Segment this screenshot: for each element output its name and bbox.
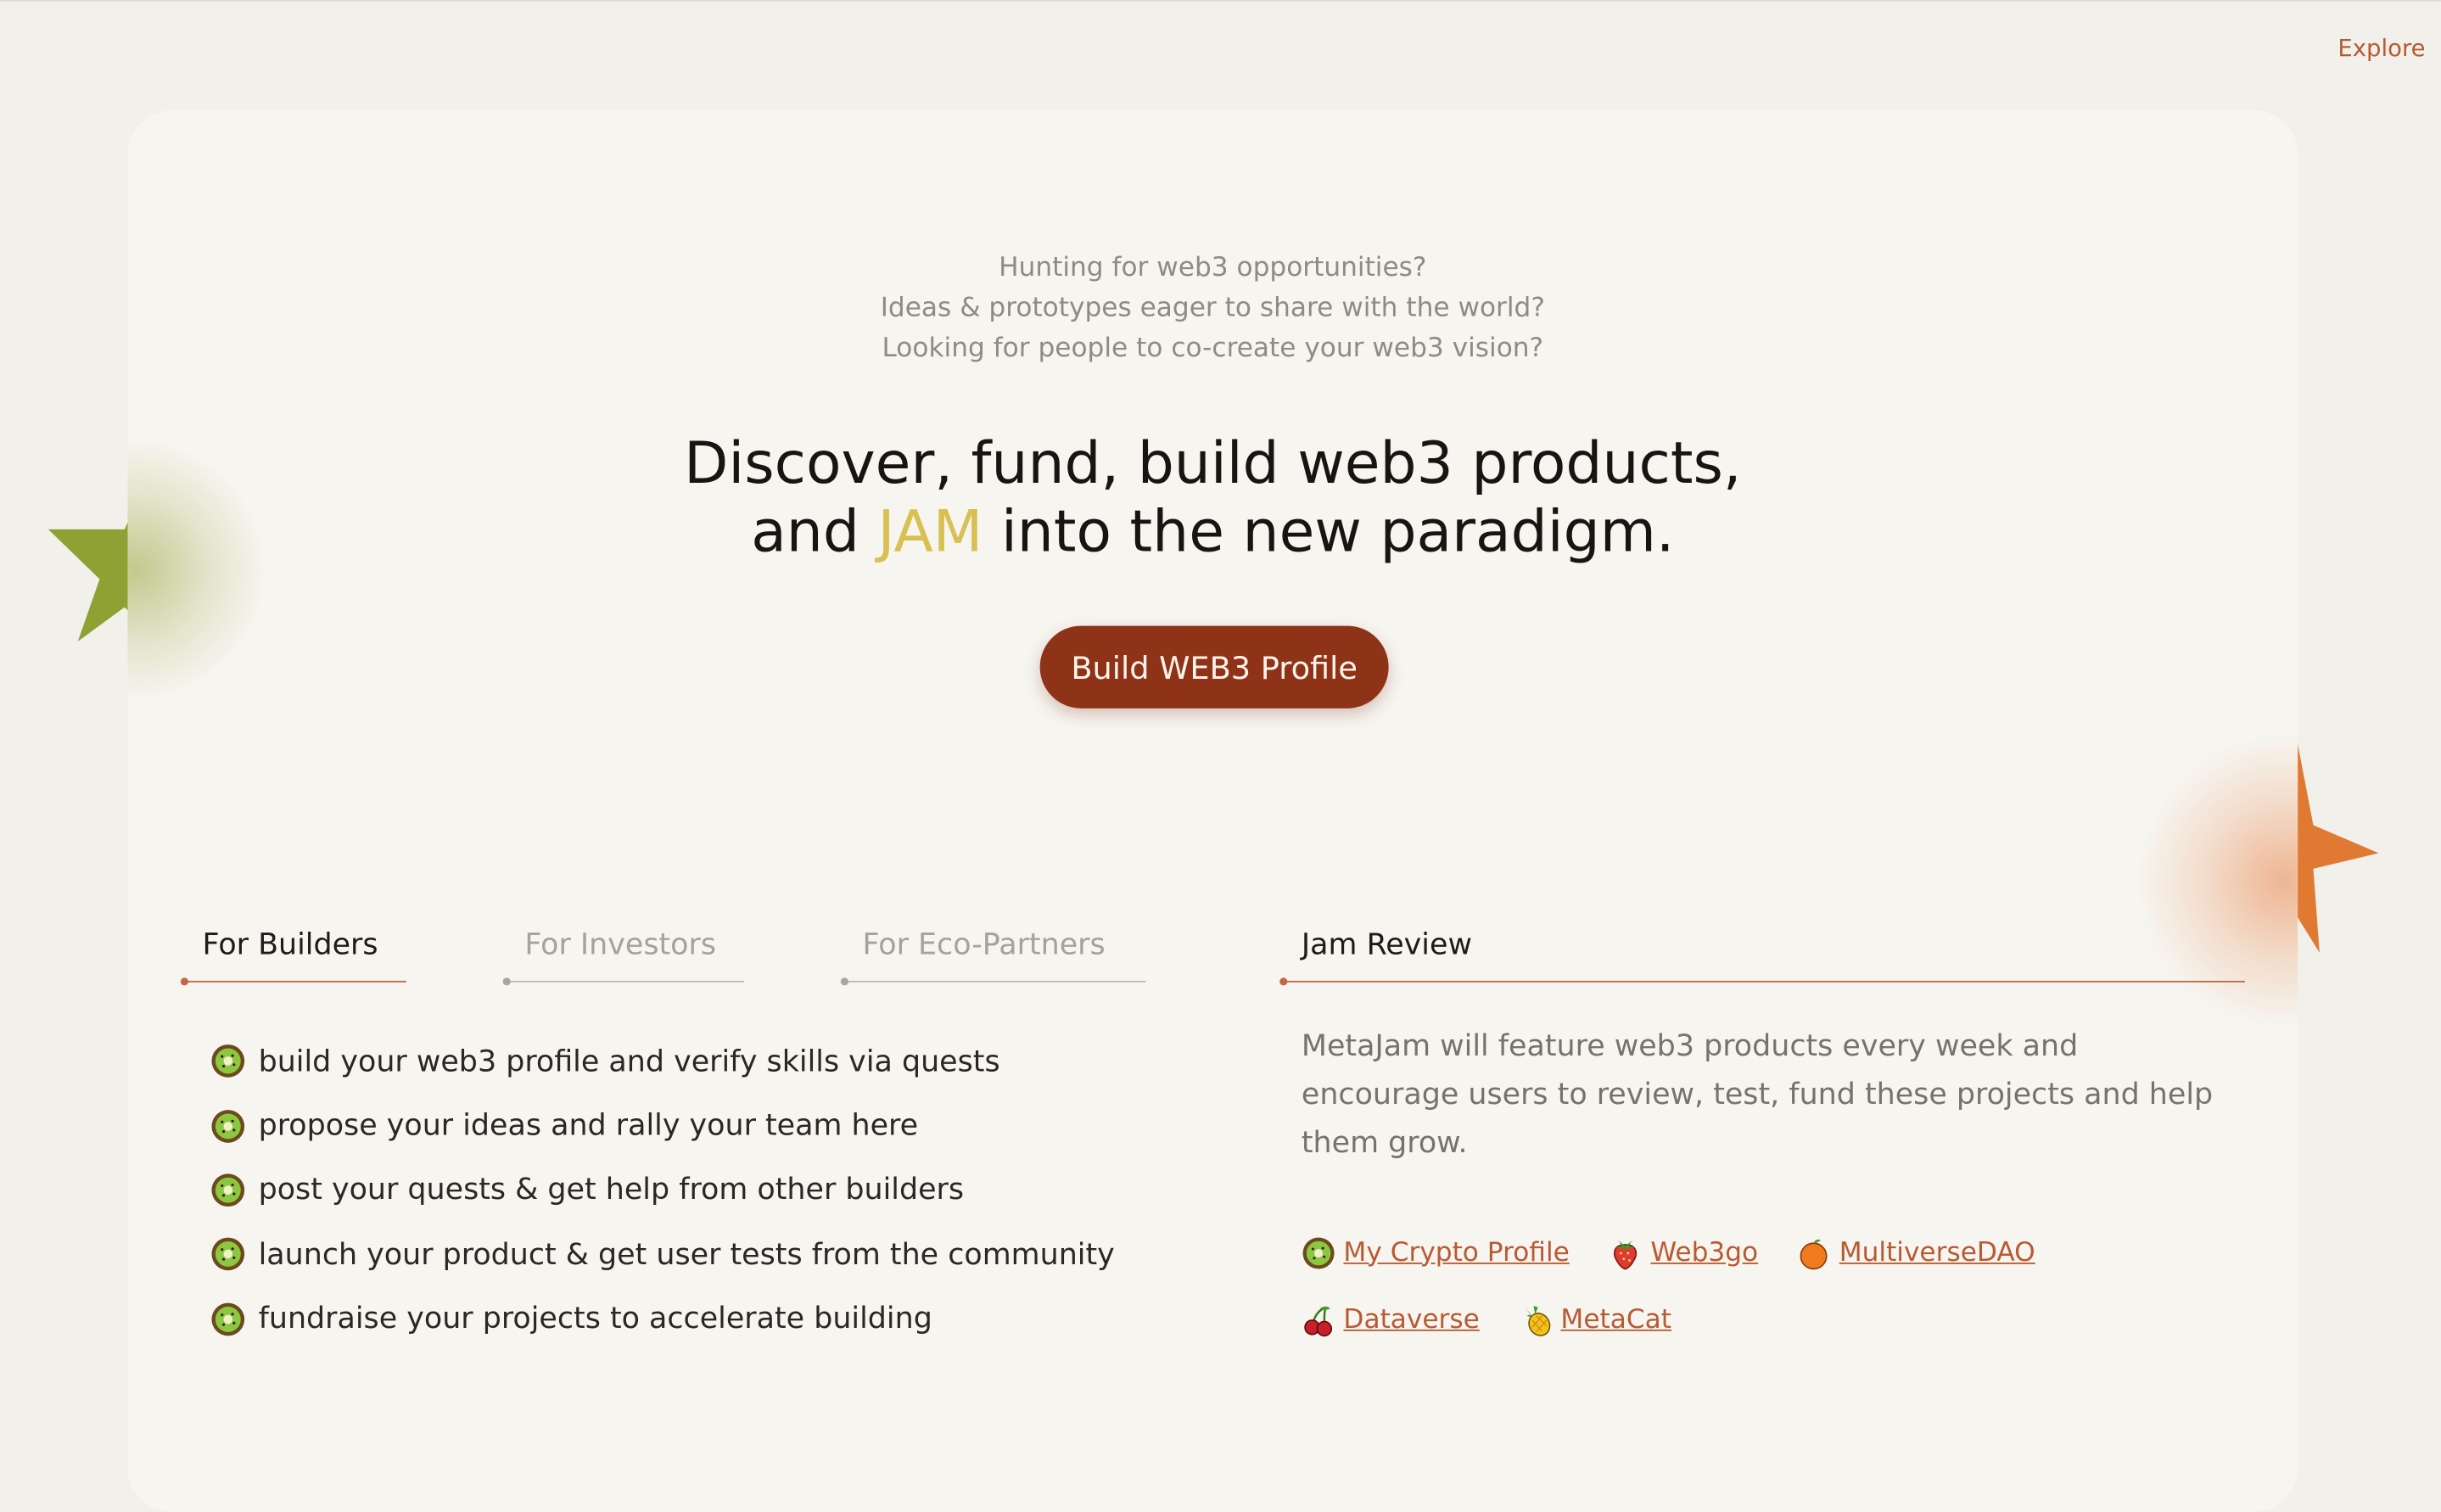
- review-underline: [1281, 980, 2245, 983]
- pineapple-icon: [1524, 1305, 1550, 1336]
- list-item: post your quests & get help from other b…: [210, 1158, 1115, 1223]
- product-link-metacat[interactable]: MetaCat: [1519, 1286, 1671, 1353]
- builders-list: build your web3 profile and verify skill…: [210, 1029, 1115, 1352]
- product-link-label: MultiverseDAO: [1839, 1236, 2035, 1268]
- list-item-text: launch your product & get user tests fro…: [258, 1237, 1115, 1272]
- featured-products: My Crypto Profile Web3go MultiverseDAO D…: [1302, 1219, 2267, 1353]
- product-link-web3go[interactable]: Web3go: [1609, 1219, 1758, 1286]
- intro-questions: Hunting for web3 opportunities? Ideas & …: [127, 248, 2298, 369]
- list-item: launch your product & get user tests fro…: [210, 1223, 1115, 1287]
- headline-post: into the new paradigm.: [983, 498, 1675, 566]
- kiwi-icon: [211, 1173, 245, 1207]
- product-link-multiversedao[interactable]: MultiverseDAO: [1797, 1219, 2035, 1286]
- product-link-label: MetaCat: [1560, 1303, 1672, 1336]
- product-link-label: Dataverse: [1343, 1303, 1480, 1336]
- jam-review-description: MetaJam will feature web3 products every…: [1301, 1028, 2214, 1160]
- tab-underline-dot: [840, 977, 848, 986]
- tab-underline-dot: [180, 977, 189, 986]
- intro-line: Hunting for web3 opportunities?: [999, 252, 1427, 283]
- tab-for-eco-partners[interactable]: For Eco-Partners: [862, 928, 1105, 962]
- kiwi-icon: [211, 1238, 245, 1271]
- list-item-text: post your quests & get help from other b…: [258, 1173, 965, 1207]
- page: Explore Hunting for web3 opportunities? …: [0, 0, 2441, 1512]
- build-profile-button[interactable]: Build WEB3 Profile: [1039, 625, 1389, 708]
- list-item-text: fundraise your projects to accelerate bu…: [258, 1302, 932, 1336]
- tab-underline: [842, 980, 1146, 983]
- review-underline-dot: [1279, 977, 1288, 986]
- list-item: build your web3 profile and verify skill…: [210, 1029, 1115, 1094]
- orange-glow: [2136, 733, 2298, 1029]
- tab-for-investors[interactable]: For Investors: [524, 928, 716, 962]
- list-item-text: build your web3 profile and verify skill…: [258, 1044, 1000, 1078]
- intro-line: Ideas & prototypes eager to share with t…: [880, 292, 1545, 324]
- kiwi-icon: [211, 1044, 245, 1078]
- kiwi-icon: [211, 1302, 245, 1336]
- kiwi-icon: [211, 1109, 245, 1143]
- list-item-text: propose your ideas and rally your team h…: [258, 1108, 919, 1143]
- headline-line-2: and JAM into the new paradigm.: [127, 498, 2298, 567]
- list-item: fundraise your projects to accelerate bu…: [210, 1287, 1115, 1352]
- headline-pre: and: [751, 498, 878, 566]
- product-link-dataverse[interactable]: Dataverse: [1302, 1286, 1480, 1353]
- product-link-my-crypto-profile[interactable]: My Crypto Profile: [1302, 1219, 1570, 1286]
- list-item: propose your ideas and rally your team h…: [210, 1094, 1115, 1158]
- tab-underline: [504, 980, 745, 983]
- product-link-label: Web3go: [1650, 1236, 1759, 1268]
- cherries-icon: [1304, 1305, 1333, 1336]
- strawberry-icon: [1614, 1239, 1638, 1269]
- headline-highlight: JAM: [877, 498, 983, 566]
- explore-link[interactable]: Explore: [2337, 34, 2425, 62]
- page-headline: Discover, fund, build web3 products, and…: [127, 429, 2298, 566]
- intro-line: Looking for people to co-create your web…: [882, 333, 1544, 365]
- hero-card: Hunting for web3 opportunities? Ideas & …: [127, 110, 2298, 1512]
- orange-icon: [1800, 1238, 1828, 1269]
- tab-underline-dot: [502, 977, 511, 986]
- top-divider: [0, 0, 2441, 2]
- product-link-label: My Crypto Profile: [1343, 1236, 1570, 1268]
- jam-review-title: Jam Review: [1301, 927, 1472, 962]
- kiwi-icon: [1302, 1236, 1335, 1268]
- tab-underline-active: [182, 980, 406, 983]
- tab-for-builders[interactable]: For Builders: [203, 928, 378, 962]
- headline-line-1: Discover, fund, build web3 products,: [684, 429, 1742, 497]
